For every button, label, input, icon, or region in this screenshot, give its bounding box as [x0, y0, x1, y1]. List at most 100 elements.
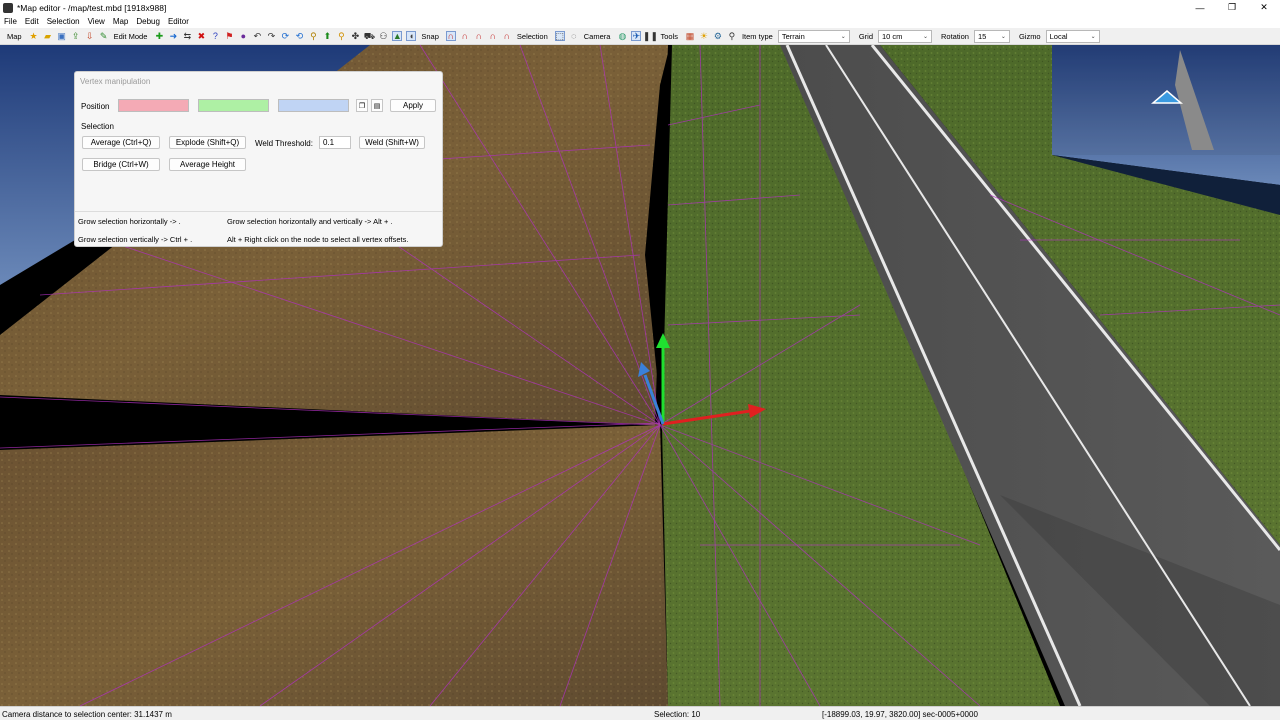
rotate-ccw-icon[interactable]: ↶: [252, 31, 262, 41]
average-button[interactable]: Average (Ctrl+Q): [82, 136, 160, 149]
toolbar-tools-label: Tools: [660, 31, 678, 41]
app-icon: [3, 2, 13, 13]
magnet-edge-icon[interactable]: ∩: [488, 31, 498, 41]
fly-camera-icon[interactable]: ✈: [631, 31, 642, 41]
open-folder-icon[interactable]: ▰: [43, 31, 53, 41]
weld-threshold-label: Weld Threshold:: [255, 139, 313, 148]
rotation-value: 15: [977, 31, 987, 41]
toolbar-snap-label: Snap: [421, 31, 439, 41]
grid-tool-icon[interactable]: ▦: [685, 31, 695, 41]
chevron-down-icon: ⌄: [840, 33, 846, 40]
terrain-icon[interactable]: ▲: [392, 31, 403, 41]
sound-icon[interactable]: ◖: [406, 31, 417, 41]
hint-alt-right-click: Alt + Right click on the node to select …: [227, 235, 409, 244]
toolbar-rotation-label: Rotation: [941, 31, 969, 41]
lasso-icon[interactable]: ◌: [569, 31, 579, 41]
panel-divider: [75, 211, 442, 212]
status-bar: Camera distance to selection center: 31.…: [0, 706, 1280, 720]
import-icon[interactable]: ⇩: [85, 31, 95, 41]
toolbar-camera-label: Camera: [583, 31, 611, 41]
puzzle-icon[interactable]: ✤: [350, 31, 360, 41]
paste-icon[interactable]: ▤: [371, 99, 383, 112]
toolbar-gizmo-label: Gizmo: [1018, 31, 1041, 41]
rotate-cw-icon[interactable]: ↷: [266, 31, 276, 41]
sun-icon[interactable]: ☀: [699, 31, 709, 41]
selection-label: Selection: [81, 122, 114, 131]
menu-selection[interactable]: Selection: [47, 17, 80, 26]
rect-select-icon[interactable]: ⬚: [554, 31, 565, 41]
magnet-grid-icon[interactable]: ∩: [460, 31, 470, 41]
search-icon[interactable]: ⚲: [727, 31, 737, 41]
marker-icon[interactable]: ⚲: [308, 31, 318, 41]
info-icon[interactable]: ●: [238, 31, 248, 41]
save-icon[interactable]: ▣: [57, 31, 67, 41]
pause-icon[interactable]: ❚❚: [643, 31, 658, 41]
magnet-vertex-icon[interactable]: ∩: [474, 31, 484, 41]
grid-value: 10 cm: [882, 31, 903, 41]
chevron-down-icon: ⌄: [922, 33, 928, 40]
menu-editor[interactable]: Editor: [168, 17, 189, 26]
weld-threshold-input[interactable]: 0.1: [319, 136, 351, 149]
magnet-icon[interactable]: ∩: [445, 31, 456, 41]
up-arrow-icon[interactable]: ⬆: [322, 31, 332, 41]
globe-icon[interactable]: ◍: [617, 31, 627, 41]
toolbar: Map ★ ▰ ▣ ⇪ ⇩ ✎ Edit Mode ✚ ➜ ⇆ ✖ ? ⚑ ● …: [0, 28, 1280, 45]
hint-grow-vertical: Grow selection vertically -> Ctrl + .: [78, 235, 193, 244]
swap-icon[interactable]: ⇆: [182, 31, 192, 41]
menu-file[interactable]: File: [4, 17, 17, 26]
position-z-field[interactable]: [278, 99, 349, 112]
average-height-button[interactable]: Average Height: [169, 158, 246, 171]
car-icon[interactable]: ⛟: [364, 31, 375, 41]
item-type-value: Terrain: [781, 31, 805, 41]
item-type-select[interactable]: Terrain ⌄: [777, 29, 850, 43]
cursor-coords-status: [-18899.03, 19.97, 3820.00] sec-0005+000…: [822, 710, 978, 719]
bridge-button[interactable]: Bridge (Ctrl+W): [82, 158, 160, 171]
gizmo-value: Local: [1049, 31, 1068, 41]
close-button[interactable]: ✕: [1248, 0, 1280, 15]
rotation-select[interactable]: 15 ⌄: [973, 29, 1010, 43]
toolbar-selection-label: Selection: [516, 31, 548, 41]
selection-count-status: Selection: 10: [654, 710, 701, 719]
compass-widget[interactable]: [1052, 45, 1280, 155]
pencil-icon[interactable]: ✎: [99, 31, 109, 41]
menu-map[interactable]: Map: [113, 17, 129, 26]
gear-icon[interactable]: ⚙: [713, 31, 723, 41]
position-x-field[interactable]: [118, 99, 189, 112]
add-icon[interactable]: ✚: [154, 31, 164, 41]
toolbar-map-label: Map: [7, 31, 22, 41]
position-y-field[interactable]: [198, 99, 269, 112]
menu-bar: File Edit Selection View Map Debug Edito…: [0, 15, 1280, 28]
gizmo-select[interactable]: Local ⌄: [1045, 29, 1100, 43]
people-icon[interactable]: ⚇: [378, 31, 388, 41]
vertex-manipulation-panel: Vertex manipulation Position ❐ ▤ Apply S…: [74, 71, 443, 247]
window-title: *Map editor - /map/test.mbd [1918x988]: [17, 2, 167, 13]
apply-button[interactable]: Apply: [390, 99, 436, 112]
minimize-button[interactable]: —: [1184, 0, 1216, 15]
grid-select[interactable]: 10 cm ⌄: [878, 29, 932, 43]
menu-debug[interactable]: Debug: [136, 17, 160, 26]
redo-icon[interactable]: ⟲: [294, 31, 304, 41]
menu-edit[interactable]: Edit: [25, 17, 39, 26]
panel-title: Vertex manipulation: [80, 77, 151, 86]
copy-icon[interactable]: ❐: [356, 99, 368, 112]
refresh-icon[interactable]: ⟳: [280, 31, 290, 41]
export-icon[interactable]: ⇪: [71, 31, 81, 41]
move-icon[interactable]: ➜: [168, 31, 178, 41]
toolbar-edit-mode-label: Edit Mode: [113, 31, 148, 41]
explode-button[interactable]: Explode (Shift+Q): [169, 136, 246, 149]
maximize-button[interactable]: ❐: [1216, 0, 1248, 15]
delete-icon[interactable]: ✖: [196, 31, 206, 41]
title-bar: *Map editor - /map/test.mbd [1918x988] —…: [0, 0, 1280, 15]
magnet-surface-icon[interactable]: ∩: [502, 31, 512, 41]
menu-view[interactable]: View: [88, 17, 105, 26]
position-label: Position: [81, 102, 110, 111]
star-icon[interactable]: ★: [29, 31, 39, 41]
flag-icon[interactable]: ⚑: [224, 31, 234, 41]
help-icon[interactable]: ?: [210, 31, 220, 41]
window-controls: — ❐ ✕: [1184, 0, 1280, 15]
toolbar-item-type-label: Item type: [741, 31, 773, 41]
scene-viewport[interactable]: Vertex manipulation Position ❐ ▤ Apply S…: [0, 45, 1280, 706]
weld-button[interactable]: Weld (Shift+W): [359, 136, 425, 149]
pin-icon[interactable]: ⚲: [336, 31, 346, 41]
hint-grow-both: Grow selection horizontally and vertical…: [227, 217, 393, 226]
